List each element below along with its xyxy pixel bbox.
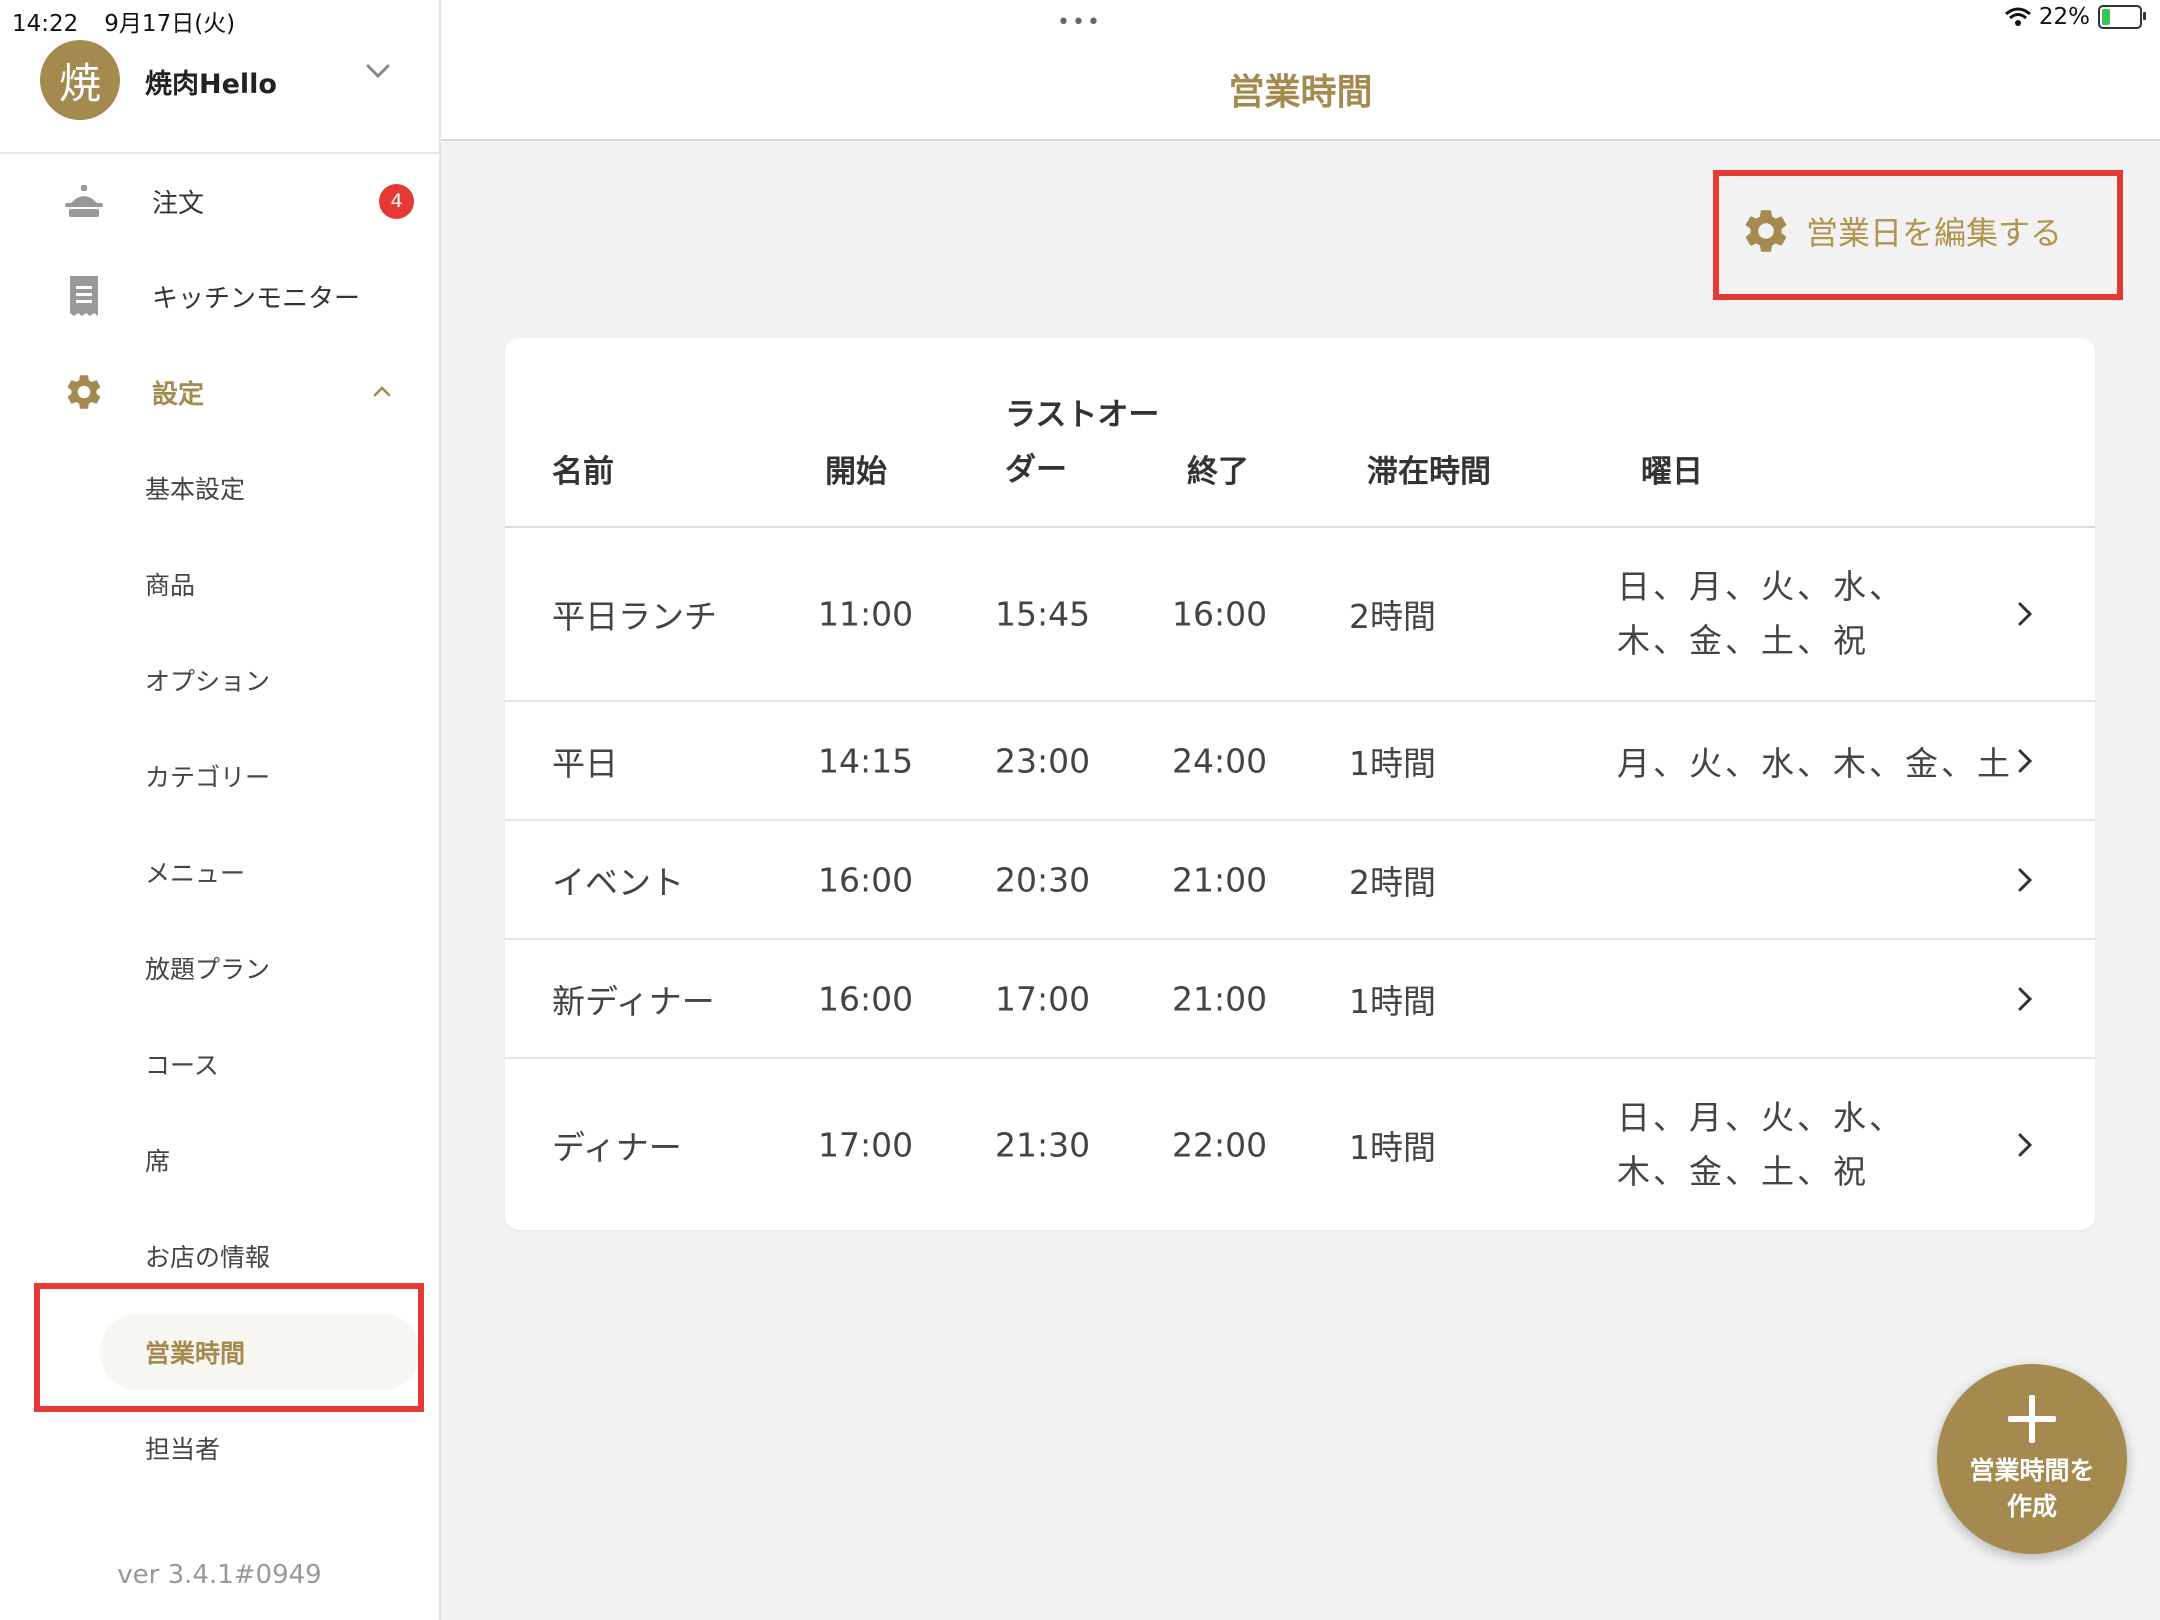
settings-item-label: 商品 [145,571,196,600]
settings-item-courses[interactable]: コース [100,1026,420,1102]
cell-name: 平日 [552,743,618,783]
cell-last-order: 15:45 [995,594,1091,634]
cell-stay: 2時間 [1349,862,1436,902]
cell-end: 21:00 [1172,979,1268,1018]
column-header-stay: 滞在時間 [1367,454,1491,490]
store-avatar: 焼 [40,40,120,120]
table-row[interactable]: ディナー 17:00 21:30 22:00 1時間 日、月、火、水、木、金、土… [505,1059,2095,1230]
settings-item-basic[interactable]: 基本設定 [100,450,420,526]
status-time: 14:22 [12,11,79,37]
settings-item-label: カテゴリー [145,763,271,792]
sidebar-label-settings: 設定 [152,379,205,410]
settings-item-menu[interactable]: メニュー [100,834,420,910]
cell-start: 16:00 [818,860,914,899]
cell-name: 平日ランチ [552,597,717,636]
cell-days: 月、火、水、木、金、土 [1617,743,2013,783]
column-header-last-order-line1: ラストオー [1005,397,1160,433]
cell-days: 日、月、火、水、木、金、土、祝 [1617,1097,1905,1191]
cell-stay: 1時間 [1349,743,1436,783]
column-header-last-order-line2: ダー [1005,452,1067,488]
battery-fill [2102,9,2110,25]
table-row[interactable]: 平日ランチ 11:00 15:45 16:00 2時間 日、月、火、水、木、金、… [505,528,2095,702]
cell-start: 16:00 [818,979,914,1018]
table-row[interactable]: 新ディナー 16:00 17:00 21:00 1時間 [505,940,2095,1059]
cell-name: ディナー [552,1127,682,1167]
highlight-box-sidebar [34,1283,424,1412]
sidebar-label-orders: 注文 [152,188,205,219]
column-header-start: 開始 [825,454,887,490]
chevron-down-icon[interactable] [365,58,391,84]
cell-end: 21:00 [1172,860,1268,899]
cell-name: 新ディナー [552,981,715,1021]
chevron-up-icon[interactable] [370,380,394,404]
cell-stay: 1時間 [1349,1127,1436,1167]
status-date: 9月17日(火) [104,11,236,37]
chevron-right-icon [2018,868,2033,891]
plus-icon [2008,1395,2056,1443]
cell-start: 14:15 [818,741,914,780]
cell-last-order: 20:30 [995,860,1091,899]
cell-stay: 1時間 [1349,981,1436,1021]
fab-label-line2: 作成 [2006,1492,2057,1521]
status-left: 14:22 9月17日(火) [12,4,261,38]
multitasking-dots[interactable]: ••• [1057,10,1102,35]
app-version: ver 3.4.1#0949 [117,1560,322,1590]
settings-item-options[interactable]: オプション [100,642,420,718]
highlight-box-edit-days [1713,170,2123,300]
page-title: 営業時間 [1228,72,1373,113]
chevron-right-icon [2018,1133,2033,1156]
settings-item-seats[interactable]: 席 [100,1122,420,1198]
cell-name: イベント [552,862,684,902]
sidebar-item-kitchen-monitor[interactable]: キッチンモニター [0,261,439,331]
settings-item-label: コース [145,1051,219,1080]
orders-count-badge: 4 [379,183,414,219]
cell-start: 11:00 [818,594,914,634]
settings-item-label: 放題プラン [145,955,271,984]
settings-item-label: メニュー [145,859,246,888]
cell-last-order: 21:30 [995,1125,1091,1164]
status-right: 22% [2004,4,2146,30]
cell-last-order: 23:00 [995,741,1091,780]
cell-end: 24:00 [1172,741,1268,780]
column-header-end: 終了 [1187,454,1249,490]
sidebar-item-settings[interactable]: 設定 [0,357,439,427]
gear-icon [62,370,106,414]
column-header-last-order: ラストオー ダー [1005,388,1159,498]
table-row[interactable]: 平日 14:15 23:00 24:00 1時間 月、火、水、木、金、土 [505,702,2095,821]
battery-icon [2098,5,2146,29]
settings-item-label: 担当者 [145,1435,221,1464]
settings-item-staff[interactable]: 担当者 [100,1410,420,1486]
table-row[interactable]: イベント 16:00 20:30 21:00 2時間 [505,821,2095,940]
settings-item-all-you-can-plans[interactable]: 放題プラン [100,930,420,1006]
food-tray-icon [62,179,106,223]
cell-last-order: 17:00 [995,979,1091,1018]
settings-item-label: 基本設定 [145,475,246,504]
settings-item-categories[interactable]: カテゴリー [100,738,420,814]
battery-percent: 22% [2038,4,2090,30]
settings-item-label: 席 [145,1147,171,1176]
chevron-right-icon [2018,987,2033,1010]
create-business-hours-button[interactable]: 営業時間を 作成 [1937,1364,2127,1554]
cell-end: 22:00 [1172,1125,1268,1164]
column-header-name: 名前 [552,454,614,490]
business-hours-table: 名前 開始 ラストオー ダー 終了 滞在時間 曜日 平日ランチ 11:00 15… [505,338,2095,1230]
sidebar-label-kitchen-monitor: キッチンモニター [152,283,361,314]
fab-label-line1: 営業時間を [1969,1456,2095,1485]
chevron-right-icon [2018,749,2033,772]
chevron-right-icon [2018,602,2033,626]
receipt-icon [62,274,106,318]
store-name: 焼肉Hello [145,69,277,100]
settings-item-label: お店の情報 [145,1243,271,1272]
settings-item-products[interactable]: 商品 [100,546,420,622]
cell-start: 17:00 [818,1125,914,1164]
wifi-icon [2004,7,2031,26]
cell-days: 日、月、火、水、木、金、土、祝 [1617,567,1905,660]
cell-end: 16:00 [1172,594,1268,634]
cell-stay: 2時間 [1349,597,1436,636]
status-bar: 14:22 9月17日(火) ••• 22% [0,0,2160,40]
create-business-hours-label: 営業時間を 作成 [1962,1453,2102,1525]
settings-item-label: オプション [145,667,271,696]
sidebar-item-orders[interactable]: 注文 4 [0,166,439,236]
column-header-days: 曜日 [1641,454,1703,490]
